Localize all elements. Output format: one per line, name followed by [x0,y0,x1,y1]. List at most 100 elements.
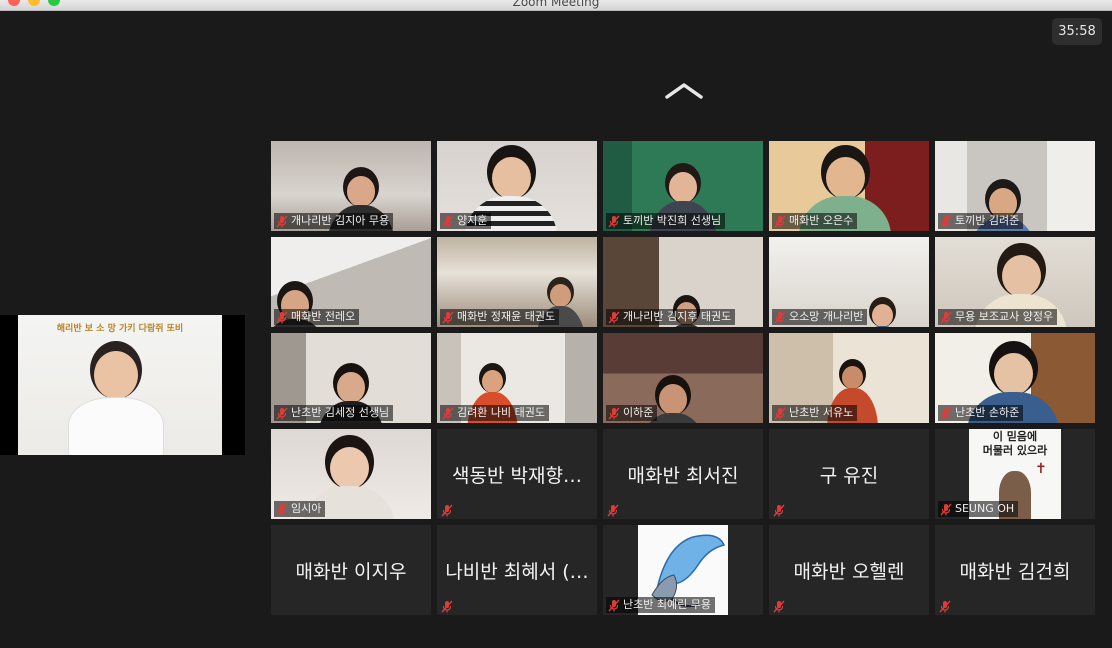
participant-name-tag: 개나리반 김지아 무용 [274,213,394,229]
participant-name-large: 색동반 박재향… [452,465,582,487]
participant-tile[interactable]: 매화반 전레오 [271,237,431,327]
participant-tile[interactable]: 김려환 나비 태권도 [437,333,597,423]
participant-tile[interactable]: 이하준 [603,333,763,423]
participant-name: 토끼반 박진희 선생님 [623,214,722,227]
chevron-up-icon[interactable] [664,80,704,102]
participant-name: 난초반 최예린 무용 [623,598,711,611]
participant-name-tag: 매화반 오은수 [772,213,858,229]
participant-name: 김려환 나비 태권도 [457,406,545,419]
muted-mic-icon [774,311,786,324]
participant-name: 난초반 서유노 [789,406,854,419]
muted-mic-icon [940,311,952,324]
muted-mic-icon [608,311,620,324]
participant-name: SEUNG OH [955,502,1015,515]
muted-mic-icon [276,311,288,324]
muted-mic-icon [442,215,454,228]
muted-mic-icon [276,503,288,516]
participant-name-tag: 토끼반 김려준 [938,213,1024,229]
participant-tile[interactable]: 오소망 개나리반 [769,237,929,327]
active-speaker-video[interactable]: 해리반 보 소 망 가키 다람쥐 또비 [0,315,245,455]
muted-mic-icon [442,311,454,324]
meeting-timer: 35:58 [1052,18,1102,45]
muted-mic-icon [276,407,288,420]
muted-mic-icon [773,598,786,613]
muted-mic-icon [608,407,620,420]
participant-tile[interactable]: 매화반 정재윤 태권도 [437,237,597,327]
participant-name-large: 매화반 오헬렌 [793,561,905,583]
participant-name-large: 매화반 김건희 [959,561,1071,583]
participant-tile[interactable]: 임시아 [271,429,431,519]
participant-name: 오소망 개나리반 [789,310,864,323]
participant-name-large: 나비반 최혜서 (… [445,561,589,583]
participant-name-tag: 임시아 [274,501,326,517]
muted-mic-icon [276,215,288,228]
participant-tile[interactable]: 매화반 오은수 [769,141,929,231]
participant-name: 매화반 오은수 [789,214,854,227]
participant-name-tag: 난초반 서유노 [772,405,858,421]
participant-name: 매화반 전레오 [291,310,356,323]
window-title: Zoom Meeting [512,0,600,9]
participant-tile[interactable]: 난초반 손하준 [935,333,1095,423]
participant-name-tag: 개나리반 김지후 태권도 [606,309,736,325]
participant-tile[interactable]: 토끼반 박진희 선생님 [603,141,763,231]
participant-name-tag: 매화반 전레오 [274,309,360,325]
participant-name: 개나리반 김지후 태권도 [623,310,732,323]
muted-mic-icon [774,215,786,228]
participant-name: 무용 보조교사 양정우 [955,310,1054,323]
participant-name: 매화반 정재윤 태권도 [457,310,556,323]
participant-tile[interactable]: 매화반 최서진 [603,429,763,519]
participant-tile[interactable]: 난초반 서유노 [769,333,929,423]
muted-mic-icon [940,407,952,420]
participant-name-tag: 난초반 최예린 무용 [606,597,715,613]
participant-tile[interactable]: 색동반 박재향… [437,429,597,519]
participant-tile[interactable]: 무용 보조교사 양정우 [935,237,1095,327]
poster-text: 이 믿음에 [992,430,1038,443]
participant-tile[interactable]: 개나리반 김지아 무용 [271,141,431,231]
participant-tile[interactable]: 매화반 오헬렌 [769,525,929,615]
muted-mic-icon [608,599,620,612]
participant-name: 토끼반 김려준 [955,214,1020,227]
muted-mic-icon [940,215,952,228]
participant-tile[interactable]: 나비반 최혜서 (… [437,525,597,615]
poster-text: 머물러 있으라 [982,444,1048,457]
participant-name: 임시아 [291,502,322,515]
speaker-banner-text: 해리반 보 소 망 가키 다람쥐 또비 [56,324,184,334]
participant-name: 이하준 [623,406,654,419]
title-bar: Zoom Meeting [0,0,1112,11]
participant-name: 개나리반 김지아 무용 [291,214,390,227]
muted-mic-icon [608,215,620,228]
muted-mic-icon [940,503,952,516]
muted-mic-icon [774,407,786,420]
participant-name-tag: 토끼반 박진희 선생님 [606,213,726,229]
participant-name-large: 구 유진 [819,465,879,487]
muted-mic-icon [939,598,952,613]
muted-mic-icon [773,502,786,517]
participant-tile[interactable]: 개나리반 김지후 태권도 [603,237,763,327]
participant-tile[interactable]: 매화반 이지우 [271,525,431,615]
participant-name-tag: 이하준 [606,405,658,421]
participant-name-tag: SEUNG OH [938,501,1019,517]
muted-mic-icon [441,502,454,517]
participant-tile[interactable]: 난초반 최예린 무용 [603,525,763,615]
participant-name-tag: 무용 보조교사 양정우 [938,309,1058,325]
muted-mic-icon [442,407,454,420]
participant-name: 난초반 손하준 [955,406,1020,419]
participant-tile[interactable]: 구 유진 [769,429,929,519]
participant-name-tag: 난초반 김세정 선생님 [274,405,394,421]
participant-name-tag: 오소망 개나리반 [772,309,868,325]
participant-name-tag: 난초반 손하준 [938,405,1024,421]
participant-tile[interactable]: 토끼반 김려준 [935,141,1095,231]
participant-name-tag: 김려환 나비 태권도 [440,405,549,421]
muted-mic-icon [607,502,620,517]
participant-tile[interactable]: 이 믿음에 머물러 있으라 ✝ SEUNG OH [935,429,1095,519]
participant-name-tag: 양지훈 [440,213,492,229]
speaker-frame: 해리반 보 소 망 가키 다람쥐 또비 [18,315,222,455]
participant-tile[interactable]: 양지훈 [437,141,597,231]
participant-name: 양지훈 [457,214,488,227]
participant-tile[interactable]: 난초반 김세정 선생님 [271,333,431,423]
participant-name-large: 매화반 이지우 [295,561,407,583]
participant-name-large: 매화반 최서진 [627,465,739,487]
participant-name-tag: 매화반 정재윤 태권도 [440,309,560,325]
participant-tile[interactable]: 매화반 김건희 [935,525,1095,615]
participant-name: 난초반 김세정 선생님 [291,406,390,419]
